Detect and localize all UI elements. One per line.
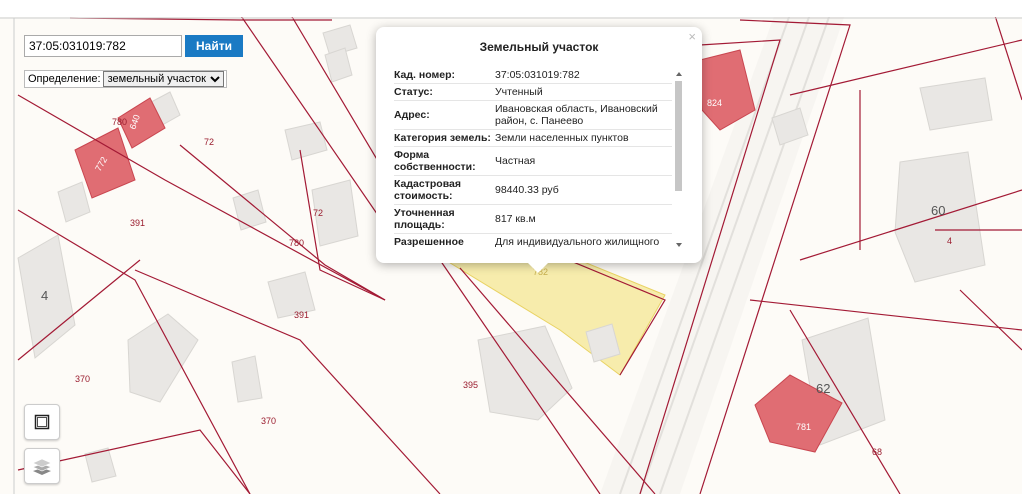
detail-value: Для индивидуального жилищного <box>495 236 660 248</box>
detail-value: Ивановская область, Ивановский район, с.… <box>495 103 658 127</box>
detail-value: 37:05:031019:782 <box>495 69 580 81</box>
parcel-label: 395 <box>463 380 478 390</box>
parcel-label: 781 <box>796 422 811 432</box>
detail-key: Статус: <box>394 86 433 98</box>
close-icon[interactable]: × <box>688 29 696 44</box>
parcel-label: 370 <box>261 416 276 426</box>
detail-row: Разрешенное Для индивидуального жилищного <box>394 234 672 249</box>
parcel-label: 4 <box>41 288 48 303</box>
parcel-label: 391 <box>294 310 309 320</box>
detail-key: Адрес: <box>394 109 430 121</box>
layers-button[interactable] <box>24 448 60 484</box>
detail-value: Частная <box>495 155 536 167</box>
popup-scrollbar[interactable] <box>674 71 684 247</box>
parcel-label: 391 <box>130 218 145 228</box>
parcel-label: 60 <box>931 203 945 218</box>
parcel-info-popup: × Земельный участок Кад. номер: 37:05:031… <box>376 27 702 273</box>
parcel-label: 824 <box>707 98 722 108</box>
header-band <box>0 0 1022 17</box>
detail-key: Кадастровая стоимость: <box>394 178 461 202</box>
popup-title: Земельный участок <box>479 40 599 54</box>
search-bar: Найти <box>24 35 243 57</box>
parcel-label: 62 <box>816 381 830 396</box>
find-button[interactable]: Найти <box>185 35 243 57</box>
scroll-up-icon[interactable] <box>676 72 682 76</box>
detail-row: Кадастровая стоимость: 98440.33 руб <box>394 176 672 205</box>
layers-icon <box>32 458 52 475</box>
parcel-label: 780 <box>289 238 304 248</box>
parcel-label: 72 <box>204 137 214 147</box>
scroll-thumb[interactable] <box>675 81 682 191</box>
ruler-button[interactable] <box>24 404 60 440</box>
detail-row: Адрес: Ивановская область, Ивановский рай… <box>394 101 672 130</box>
detail-value: 817 кв.м <box>495 213 536 225</box>
detail-key: Категория земель: <box>394 132 491 144</box>
detail-key: Форма собственности: <box>394 149 476 173</box>
parcel-label: 72 <box>313 208 323 218</box>
detail-key: Кад. номер: <box>394 69 456 81</box>
detail-value: 98440.33 руб <box>495 184 559 196</box>
detail-row: Форма собственности: Частная <box>394 147 672 176</box>
detail-row: Кад. номер: 37:05:031019:782 <box>394 67 672 84</box>
parcel-label: 370 <box>75 374 90 384</box>
ruler-icon <box>34 414 50 430</box>
parcel-label: 4 <box>947 236 952 246</box>
detail-row: Категория земель: Земли населенных пункто… <box>394 130 672 147</box>
detail-value: Учтенный <box>495 86 543 98</box>
parcel-label: 68 <box>872 447 882 457</box>
scroll-down-icon[interactable] <box>676 243 682 247</box>
parcel-label: 780 <box>112 117 127 127</box>
definition-label: Определение: <box>28 73 101 85</box>
detail-key: Уточненная площадь: <box>394 207 455 231</box>
detail-row: Статус: Учтенный <box>394 84 672 101</box>
popup-details: Кад. номер: 37:05:031019:782 Статус: Учтен… <box>394 67 672 249</box>
definition-selector: Определение: земельный участок <box>24 70 227 88</box>
definition-select[interactable]: земельный участок <box>102 71 224 87</box>
detail-value: Земли населенных пунктов <box>495 132 629 144</box>
cadastral-number-input[interactable] <box>24 35 182 57</box>
detail-key: Разрешенное <box>394 236 464 248</box>
detail-row: Уточненная площадь: 817 кв.м <box>394 205 672 234</box>
